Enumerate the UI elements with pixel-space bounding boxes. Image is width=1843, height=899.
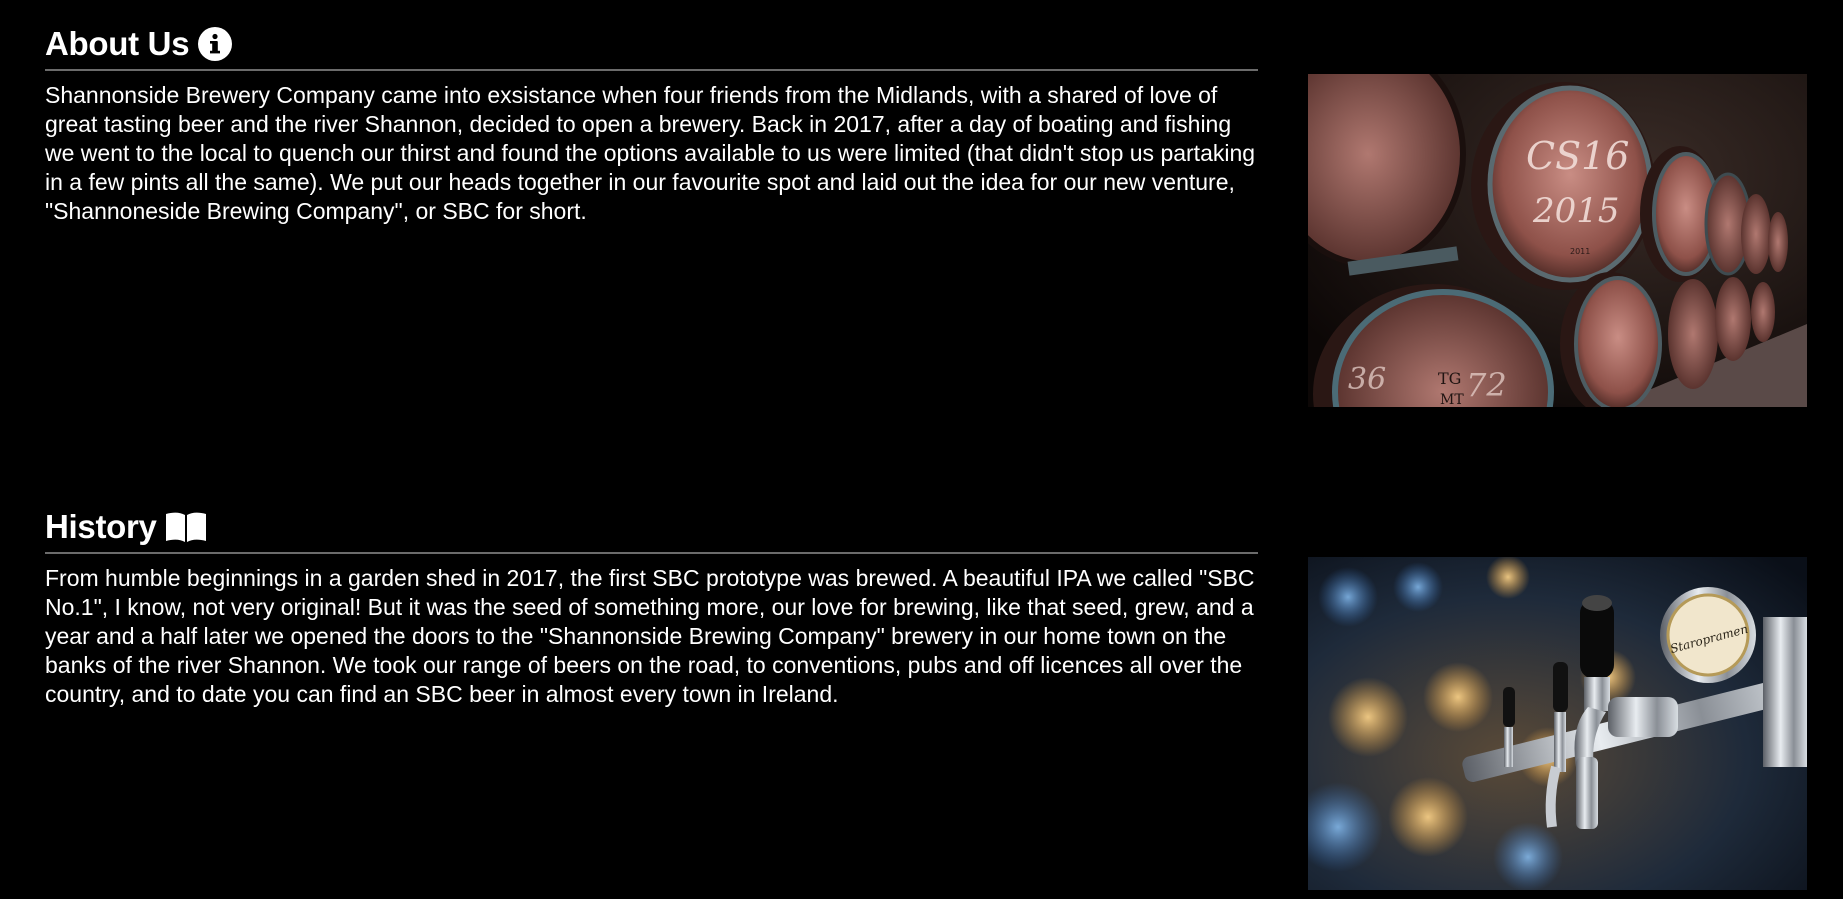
svg-text:36: 36 [1348,362,1386,397]
svg-text:72: 72 [1466,366,1507,404]
open-book-icon [165,511,207,543]
about-paragraph: Shannonside Brewery Company came into ex… [45,82,1256,224]
info-circle-icon [197,26,233,62]
svg-text:MT: MT [1440,392,1464,407]
history-divider [45,552,1258,554]
about-title: About Us [45,25,190,62]
svg-text:2011: 2011 [1570,247,1590,256]
history-section: History From humble beginnings in a gard… [45,505,1807,899]
svg-text:2015: 2015 [1532,191,1620,231]
about-text-column: About Us Shannonside Brewery Company cam… [45,22,1258,226]
history-title: History [45,508,157,545]
about-divider [45,69,1258,71]
history-text-column: History From humble beginnings in a gard… [45,505,1258,709]
beer-taps-image: Staropramen [1308,557,1807,890]
history-heading: History [45,505,1258,549]
barrels-image: CS16 2015 2011 36 72 TG MT [1308,74,1807,407]
about-heading: About Us [45,22,1258,66]
svg-text:CS16: CS16 [1526,134,1629,178]
about-section: About Us Shannonside Brewery Company cam… [45,22,1807,412]
history-paragraph: From humble beginnings in a garden shed … [45,565,1255,707]
svg-text:TG: TG [1438,369,1461,388]
